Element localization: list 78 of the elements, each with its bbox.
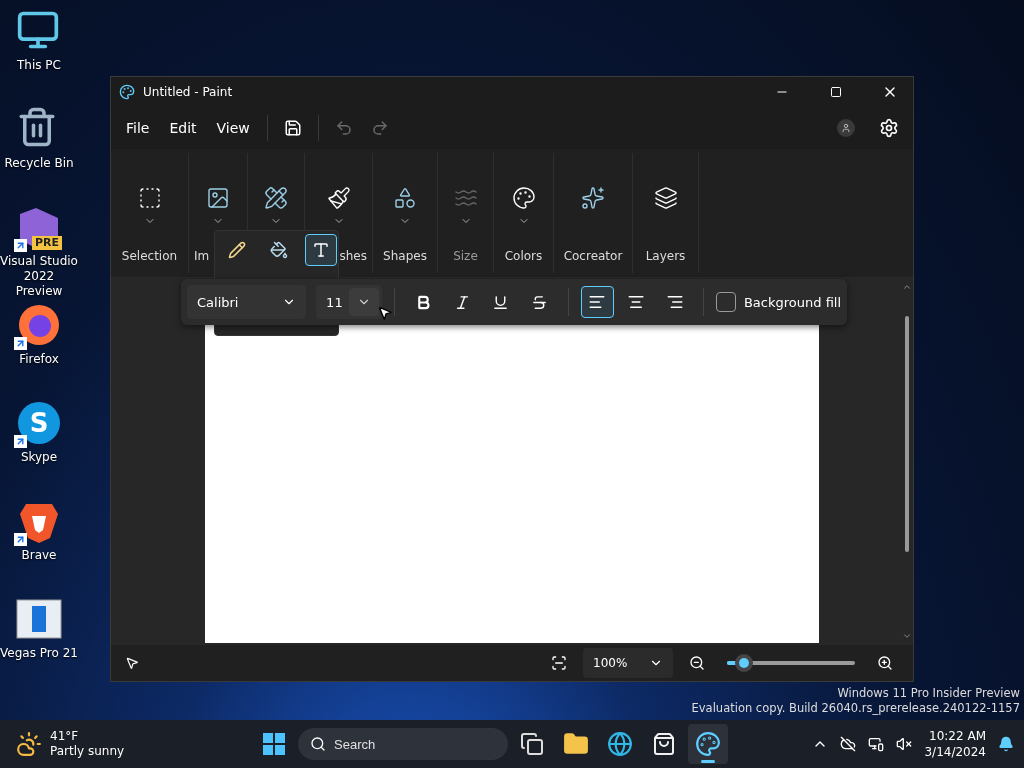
- taskbar-app-button[interactable]: [688, 724, 728, 764]
- menu-item[interactable]: Edit: [160, 114, 206, 142]
- notification-bell-icon: [998, 736, 1014, 752]
- redo-icon: [370, 119, 389, 137]
- pointer-icon: [125, 656, 139, 670]
- app-icon[interactable]: [16, 596, 62, 642]
- folder-icon: [563, 731, 589, 757]
- windows-logo-icon: [263, 733, 285, 755]
- mouse-cursor-icon: [377, 305, 393, 321]
- align-left-button[interactable]: [580, 286, 614, 318]
- text-icon: [312, 241, 330, 259]
- align-left-icon: [588, 293, 607, 311]
- app-icon: [119, 84, 135, 100]
- maximize-icon: [830, 86, 842, 98]
- shapes-icon: [393, 186, 417, 210]
- search-icon: [310, 736, 326, 752]
- ribbon-group-button[interactable]: Colors: [494, 153, 554, 273]
- palette-icon: [511, 186, 536, 210]
- os-notice-text: Evaluation copy. Build 26040.rs_prerelease.240122-1157: [691, 701, 1020, 716]
- desktop-icon-label[interactable]: Visual Studio 2022 Preview: [0, 254, 78, 299]
- desktop-icon-label[interactable]: Firefox: [19, 352, 59, 367]
- store-bag-icon: [652, 732, 676, 756]
- zoom-slider[interactable]: [727, 654, 855, 672]
- cloud-off-icon: [840, 736, 857, 752]
- align-right-icon: [665, 293, 684, 311]
- brush-icon: [326, 186, 351, 210]
- undo-icon: [334, 119, 353, 137]
- slider-thumb[interactable]: [734, 654, 753, 672]
- underline-icon: [492, 293, 510, 311]
- layers-icon: [653, 186, 678, 210]
- ribbon-group-button[interactable]: Shapes: [373, 153, 438, 273]
- os-notice-text: Windows 11 Pro Insider Preview: [837, 686, 1020, 701]
- menu-item[interactable]: View: [207, 114, 259, 142]
- ribbon-group-button[interactable]: Layers: [633, 153, 699, 273]
- desktop-icon-label[interactable]: This PC: [17, 58, 61, 73]
- network-icon: [868, 736, 885, 752]
- align-center-icon: [626, 293, 645, 311]
- strikethrough-icon: [531, 293, 549, 311]
- desktop-icon-label[interactable]: Recycle Bin: [4, 156, 74, 171]
- pencil-icon: [228, 241, 246, 259]
- font-size-field[interactable]: 11: [316, 285, 383, 319]
- desktop-icon-label[interactable]: Skype: [20, 450, 58, 465]
- temperature-text: 41°F: [50, 729, 80, 744]
- selection-icon: [137, 186, 162, 210]
- font-dropdown[interactable]: Calibri: [187, 285, 307, 319]
- task-view-icon: [520, 732, 544, 756]
- scroll-up-icon[interactable]: [902, 282, 912, 292]
- ribbon-group-button[interactable]: Selection: [111, 153, 189, 273]
- zoom-out-icon: [689, 655, 705, 671]
- zoom-dropdown[interactable]: 100%: [583, 648, 673, 678]
- desktop-icon-label[interactable]: Vegas Pro 21: [0, 646, 78, 661]
- save-icon: [283, 119, 302, 137]
- clock-date[interactable]: 3/14/2024: [924, 744, 986, 760]
- weather-icon: [16, 731, 42, 757]
- account-icon[interactable]: [837, 119, 855, 137]
- clock-time[interactable]: 10:22 AM: [929, 728, 986, 744]
- desktop-icon-label[interactable]: Brave: [21, 548, 57, 563]
- palette-icon: [695, 731, 721, 757]
- ribbon-group-button[interactable]: Cocreator: [554, 153, 633, 273]
- tools-icon: [264, 186, 288, 210]
- paint-bucket-icon: [270, 241, 288, 259]
- bold-icon: [415, 293, 432, 311]
- scroll-down-icon[interactable]: [902, 631, 912, 641]
- search-field[interactable]: Search: [298, 728, 508, 760]
- zoom-in-icon: [877, 655, 893, 671]
- image-icon: [206, 186, 230, 210]
- settings-icon: [879, 118, 899, 138]
- menu-item[interactable]: File: [117, 114, 159, 142]
- fit-screen-icon: [551, 655, 567, 671]
- sparkle-icon: [581, 186, 605, 210]
- text-tool-button[interactable]: [305, 234, 337, 266]
- weather-condition: Partly sunny: [50, 744, 125, 759]
- checkbox-label[interactable]: Background fill: [743, 294, 842, 310]
- checkbox[interactable]: [715, 292, 736, 312]
- muted-speaker-icon: [896, 736, 913, 752]
- globe-icon: [607, 731, 633, 757]
- window-title: Untitled - Paint: [143, 85, 234, 99]
- app-icon[interactable]: [16, 302, 62, 348]
